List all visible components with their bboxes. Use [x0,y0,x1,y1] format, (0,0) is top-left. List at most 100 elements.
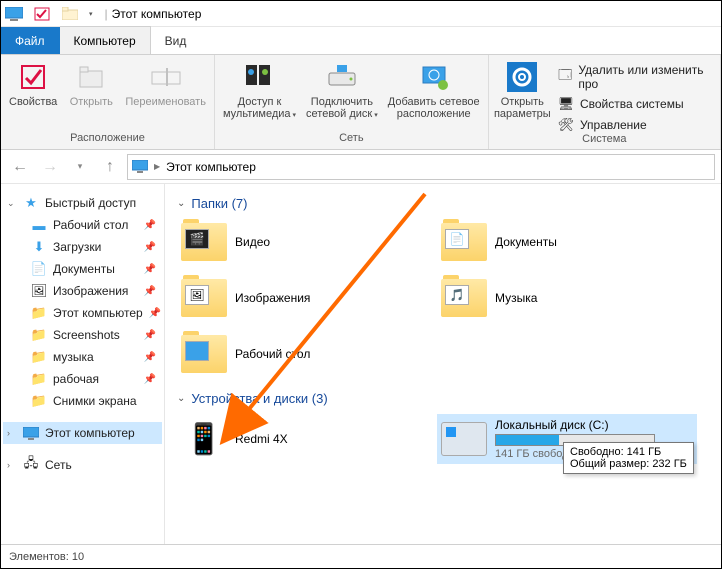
section-devices[interactable]: ⌄Устройства и диски (3) [177,391,721,406]
ribbon-group-location: Свойства Открыть Переименовать Расположе… [1,55,215,149]
media-access-button[interactable]: Доступ к мультимедиа▾ [223,59,296,120]
tab-computer[interactable]: Компьютер [60,26,151,54]
status-bar: Элементов: 10 [1,544,721,568]
folder-icon: 📁 [31,305,47,321]
add-net-location-button[interactable]: Добавить сетевое расположение [388,59,480,120]
address-bar-row: ← → ▾ ↑ ▶ Этот компьютер [1,150,721,184]
folder-icon: 📁 [31,327,47,343]
nav-desktop[interactable]: ▬Рабочий стол📌 [3,214,162,236]
folder-icon: 📁 [31,393,47,409]
folder-documents-icon: 📄 [441,223,487,261]
chevron-down-icon: ⌄ [177,198,185,209]
pin-icon: 📌 [144,264,156,275]
pin-icon: 📌 [144,374,156,385]
folder-music-icon: 🎵 [441,279,487,317]
main-area: ⌄★Быстрый доступ ▬Рабочий стол📌 ⬇Загрузк… [1,184,721,544]
nav-music[interactable]: 📁музыка📌 [3,346,162,368]
rename-button: Переименовать [125,59,206,108]
nav-work[interactable]: 📁рабочая📌 [3,368,162,390]
up-button[interactable]: ↑ [97,154,123,180]
properties-button[interactable]: Свойства [9,59,57,108]
network-icon: 🖧 [23,457,39,473]
drive-name: Локальный диск (C:) [495,418,655,432]
nav-quick-access[interactable]: ⌄★Быстрый доступ [3,192,162,214]
pc-icon [3,3,25,25]
address-bar[interactable]: ▶ Этот компьютер [127,154,715,180]
phone-icon: 📱 [181,419,227,459]
manage-button[interactable]: 🛠Управление [558,117,712,133]
downloads-icon: ⬇ [31,239,47,255]
expand-icon[interactable]: ⌄ [7,198,17,209]
nav-screenshots[interactable]: 📁Screenshots📌 [3,324,162,346]
folder-documents[interactable]: 📄Документы [437,219,687,265]
settings-icon [506,61,538,93]
new-folder-qat-icon[interactable] [59,3,81,25]
sysprops-button[interactable]: 🖥Свойства системы [558,96,712,112]
forward-button[interactable]: → [37,154,63,180]
pin-icon: 📌 [149,308,161,319]
recent-dropdown[interactable]: ▾ [67,154,93,180]
folder-pictures-icon: 🖼 [181,279,227,317]
pin-icon: 📌 [144,330,156,341]
expand-icon[interactable]: › [7,460,17,470]
quick-access-toolbar: ▾ [3,3,93,25]
folder-pictures[interactable]: 🖼Изображения [177,275,427,321]
nav-thispc-link[interactable]: 📁Этот компьютер📌 [3,302,162,324]
tab-view[interactable]: Вид [151,27,202,54]
group-label-location: Расположение [9,132,206,147]
uninstall-button[interactable]: 🗔Удалить или изменить про [558,63,712,91]
addr-segment[interactable]: Этот компьютер [166,160,256,174]
open-settings-button[interactable]: Открыть параметры [497,59,548,120]
drive-icon [441,422,487,456]
uninstall-icon: 🗔 [558,69,572,85]
map-drive-button[interactable]: Подключить сетевой диск▾ [306,59,378,120]
ribbon: Свойства Открыть Переименовать Расположе… [1,55,721,150]
back-button[interactable]: ← [7,154,33,180]
pin-icon: 📌 [144,352,156,363]
ribbon-tabs: Файл Компьютер Вид [1,27,721,55]
ribbon-group-network: Доступ к мультимедиа▾ Подключить сетевой… [215,55,489,149]
content-pane[interactable]: ⌄Папки (7) 🎬Видео 📄Документы 🖼Изображени… [165,184,721,544]
pin-icon: 📌 [144,286,156,297]
ribbon-group-system: Открыть параметры 🗔Удалить или изменить … [489,55,721,149]
nav-this-pc[interactable]: ›Этот компьютер [3,422,162,444]
window-title: Этот компьютер [112,7,202,21]
star-icon: ★ [23,195,39,211]
folder-desktop[interactable]: Рабочий стол [177,331,427,377]
group-label-system: Система [497,133,712,147]
folder-desktop-icon [181,335,227,373]
rename-icon [150,61,182,93]
folder-videos[interactable]: 🎬Видео [177,219,427,265]
device-phone[interactable]: 📱 Redmi 4X [177,414,427,464]
qat-dropdown-icon[interactable]: ▾ [89,10,93,18]
tab-file[interactable]: Файл [1,27,60,54]
folder-videos-icon: 🎬 [181,223,227,261]
sysprops-icon: 🖥 [558,96,574,112]
item-count: Элементов: 10 [9,551,84,563]
chevron-down-icon: ⌄ [177,393,185,404]
nav-downloads[interactable]: ⬇Загрузки📌 [3,236,162,258]
folder-icon: 📁 [31,349,47,365]
nav-documents[interactable]: 📄Документы📌 [3,258,162,280]
folder-music[interactable]: 🎵Музыка [437,275,687,321]
expand-icon[interactable]: › [7,428,17,438]
addr-chevron-icon[interactable]: ▶ [154,162,160,171]
drive-icon [326,61,358,93]
desktop-icon: ▬ [31,217,47,233]
open-icon [75,61,107,93]
folder-icon: 📁 [31,371,47,387]
documents-icon: 📄 [31,261,47,277]
nav-snips[interactable]: 📁Снимки экрана [3,390,162,412]
pictures-icon: 🖼 [31,283,47,299]
media-icon [244,61,276,93]
nav-pictures[interactable]: 🖼Изображения📌 [3,280,162,302]
pin-icon: 📌 [144,242,156,253]
section-folders[interactable]: ⌄Папки (7) [177,196,721,211]
pc-icon [23,425,39,441]
nav-pane[interactable]: ⌄★Быстрый доступ ▬Рабочий стол📌 ⬇Загрузк… [1,184,165,544]
props-qat-icon[interactable] [31,3,53,25]
group-label-network: Сеть [223,132,480,147]
nav-network[interactable]: ›🖧Сеть [3,454,162,476]
titlebar-separator: | [105,7,108,21]
manage-icon: 🛠 [558,117,574,133]
